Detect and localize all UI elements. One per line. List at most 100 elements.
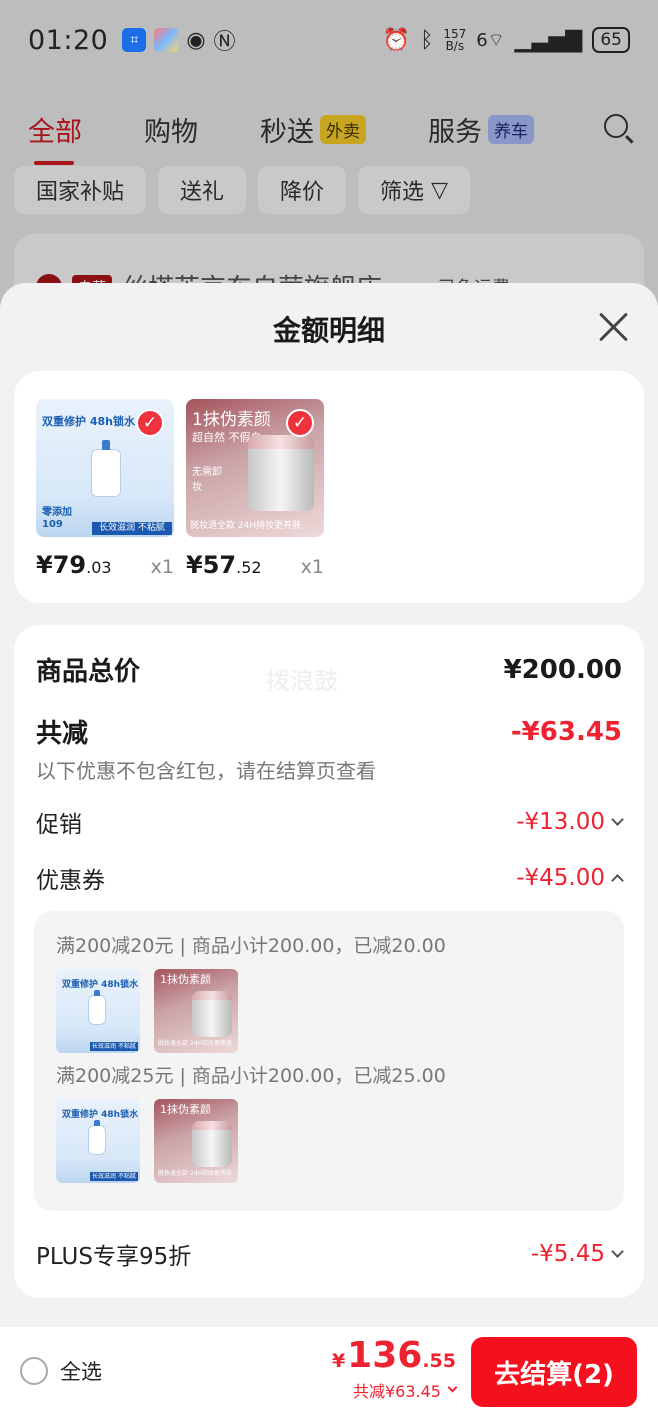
plus-value: -¥5.45: [530, 1241, 605, 1267]
alarm-icon: ⏰: [382, 27, 411, 53]
product-image-text: 1抹伪素颜: [192, 410, 271, 430]
tab-all[interactable]: 全部: [28, 110, 82, 165]
chevron-down-icon[interactable]: [611, 1244, 624, 1258]
filter-chips: 国家补贴 送礼 降价 筛选 ▽: [14, 166, 470, 214]
net-speed-unit: B/s: [445, 39, 465, 53]
tab-service-label: 服务: [428, 117, 482, 148]
product-quantity: x1: [300, 556, 324, 578]
chevron-down-icon[interactable]: [447, 1382, 458, 1392]
coupon-item-products: 双重修护 48h锁水 长效滋润 不粘腻 1抹伪素颜 脱妆退全款 24H持妆更养肤: [56, 969, 238, 1053]
status-notification-icons: ⌗ ◉ Ⓝ: [122, 24, 236, 56]
chip-subsidy[interactable]: 国家补贴: [14, 166, 147, 214]
total-int: 136: [347, 1335, 423, 1376]
total-summary: ¥ 136 .55 共减¥63.45: [331, 1335, 458, 1402]
checkout-button[interactable]: 去结算(2): [471, 1337, 637, 1407]
bluetooth-icon: ᛒ: [420, 27, 434, 53]
promo-row[interactable]: 促销 -¥13.00: [36, 805, 624, 839]
gallery-notification-icon: [154, 28, 179, 52]
selected-check-icon[interactable]: ✓: [136, 409, 164, 437]
status-time: 01:20: [28, 24, 109, 56]
plus-value-group: -¥5.45: [530, 1241, 624, 1267]
product-quantity: x1: [150, 556, 174, 578]
plus-label: PLUS专享95折: [36, 1244, 192, 1270]
bottle-shape: [88, 990, 106, 1025]
discount-note: 以下优惠不包含红包，请在结算页查看: [36, 759, 376, 783]
promo-value-group: -¥13.00: [516, 809, 624, 835]
coupon-detail-box: 满200减20元 | 商品小计200.00，已减20.00 双重修护 48h锁水…: [34, 911, 624, 1211]
chip-filter-label: 筛选: [380, 180, 425, 205]
tab-express-label: 秒送: [260, 117, 314, 148]
close-icon[interactable]: [598, 311, 630, 343]
product-image-text: 双重修护 48h锁水: [42, 415, 135, 428]
wifi-icon: 6⌔: [476, 29, 505, 51]
total-label: 商品总价: [36, 657, 141, 687]
car-care-badge: 养车: [488, 115, 534, 144]
status-system-icons: ⏰ ᛒ 157 B/s 6⌔ ▁▃▅▇ 65: [383, 27, 630, 53]
chip-price-drop[interactable]: 降价: [258, 166, 347, 214]
coupon-row[interactable]: 优惠券 -¥45.00: [36, 861, 624, 895]
status-bar: 01:20 ⌗ ◉ Ⓝ ⏰ ᛒ 157 B/s 6⌔ ▁▃▅▇ 65: [0, 0, 658, 80]
product-image-banner: 脱妆退全款 24H持妆更养肤: [158, 1170, 233, 1177]
discount-label: 共减: [36, 719, 89, 749]
chevron-up-icon[interactable]: [611, 873, 624, 887]
select-all-radio[interactable]: [20, 1357, 48, 1385]
battery-level: 65: [600, 30, 622, 50]
sheet-title: 金额明细: [272, 314, 385, 347]
promo-label: 促销: [36, 812, 82, 838]
selected-check-icon[interactable]: ✓: [286, 409, 314, 437]
nfc-icon: Ⓝ: [213, 30, 236, 55]
product-image-text: 双重修护 48h锁水: [62, 1110, 139, 1120]
jar-shape: [192, 991, 232, 1037]
price-int: ¥57: [186, 551, 237, 579]
tab-shopping-label: 购物: [144, 117, 198, 148]
total-discount-toggle[interactable]: 共减¥63.45: [332, 1378, 458, 1402]
product-image[interactable]: 1抹伪素颜 超自然 不假白 无需卸妆 脱妆退全款 24H持妆更养肤 ✓: [186, 399, 324, 537]
total-dec: .55: [422, 1350, 456, 1372]
tab-express[interactable]: 秒送 外卖: [260, 110, 366, 149]
tab-shopping[interactable]: 购物: [144, 110, 198, 149]
app-notification-icon: ⌗: [122, 28, 147, 52]
signal-icon: ▁▃▅▇: [514, 27, 583, 53]
total-row: 商品总价 ¥200.00: [36, 651, 622, 688]
top-tabs: 全部 购物 秒送 外卖 服务 养车: [28, 110, 596, 165]
product-image[interactable]: 双重修护 48h锁水 零添加 109 长效滋润 不粘腻 ✓: [36, 399, 174, 537]
product-price-row: ¥57.52 x1: [186, 551, 324, 579]
chip-filter[interactable]: 筛选 ▽: [358, 166, 470, 214]
product-image-banner: 长效滋润 不粘腻: [90, 1042, 138, 1051]
eye-icon: ◉: [186, 27, 206, 53]
product-price: ¥79.03: [36, 551, 112, 579]
product-image-text: 零添加: [42, 507, 72, 518]
takeaway-badge: 外卖: [320, 115, 366, 144]
product-thumbnail: 1抹伪素颜 脱妆退全款 24H持妆更养肤: [154, 1099, 238, 1183]
product-thumbnail: 1抹伪素颜 脱妆退全款 24H持妆更养肤: [154, 969, 238, 1053]
chevron-down-icon[interactable]: [611, 812, 624, 826]
bottle-shape: [91, 440, 121, 497]
coupon-item-products: 双重修护 48h锁水 长效滋润 不粘腻 1抹伪素颜 脱妆退全款 24H持妆更养肤: [56, 1099, 238, 1183]
price-dec: .52: [236, 558, 262, 577]
price-int: ¥79: [36, 551, 87, 579]
product-image-banner: 长效滋润 不粘腻: [90, 1172, 138, 1181]
product-price-row: ¥79.03 x1: [36, 551, 174, 579]
amount-detail-sheet: 金额明细 双重修护 48h锁水 零添加 109 长效滋润 不粘腻 ✓ ¥79.0…: [0, 283, 658, 1416]
total-currency: ¥: [331, 1350, 346, 1372]
jar-shape: [192, 1121, 232, 1167]
coupon-item-text: 满200减20元 | 商品小计200.00，已减20.00: [56, 935, 446, 957]
select-all-toggle[interactable]: 全选: [20, 1356, 102, 1386]
net-speed: 157 B/s: [443, 28, 466, 52]
filter-icon: ▽: [431, 177, 448, 203]
wifi-label: 6: [476, 29, 488, 51]
discount-value: -¥63.45: [510, 716, 622, 747]
search-icon[interactable]: [604, 114, 628, 138]
product-price: ¥57.52: [186, 551, 262, 579]
product-thumbnail: 双重修护 48h锁水 长效滋润 不粘腻: [56, 1099, 140, 1183]
product-item[interactable]: 双重修护 48h锁水 零添加 109 长效滋润 不粘腻 ✓ ¥79.03 x1: [36, 399, 174, 579]
tab-service[interactable]: 服务 养车: [428, 110, 534, 149]
battery-icon: 65: [592, 27, 630, 53]
selected-products-card: 双重修护 48h锁水 零添加 109 长效滋润 不粘腻 ✓ ¥79.03 x1 …: [14, 371, 644, 603]
product-thumbnail: 双重修护 48h锁水 长效滋润 不粘腻: [56, 969, 140, 1053]
product-image-banner: 脱妆退全款 24H持妆更养肤: [158, 1040, 233, 1047]
plus-row[interactable]: PLUS专享95折 -¥5.45: [36, 1237, 624, 1271]
bottle-shape: [88, 1120, 106, 1155]
product-item[interactable]: 1抹伪素颜 超自然 不假白 无需卸妆 脱妆退全款 24H持妆更养肤 ✓ ¥57.…: [186, 399, 324, 579]
chip-gift[interactable]: 送礼: [158, 166, 247, 214]
